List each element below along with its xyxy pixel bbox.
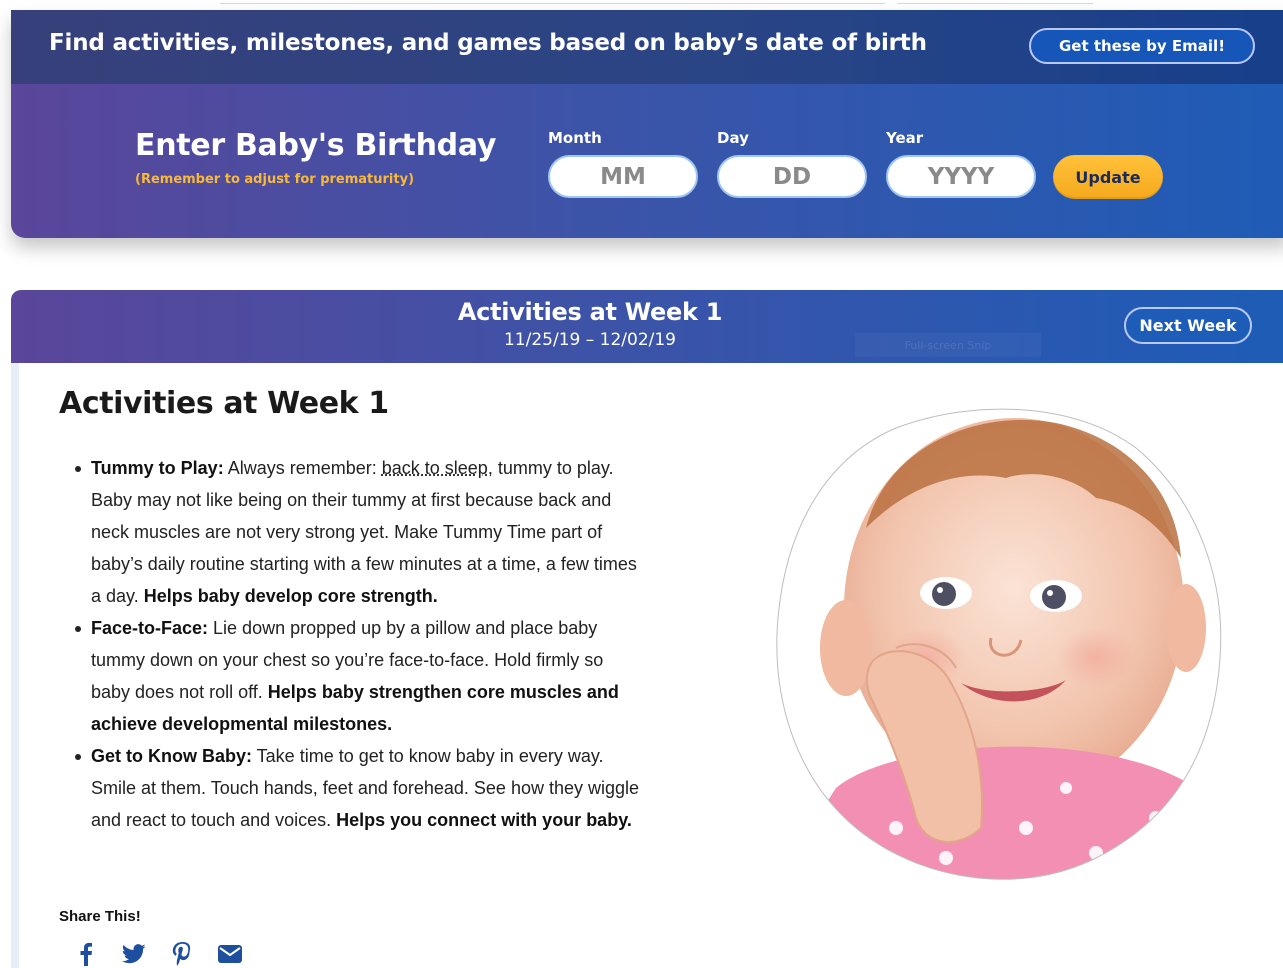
top-strip (0, 0, 1283, 10)
activity-name: Get to Know Baby: (91, 746, 252, 766)
list-item: Face-to-Face: Lie down propped up by a p… (73, 612, 643, 740)
pinterest-icon[interactable] (170, 942, 194, 966)
email-icon[interactable] (218, 942, 242, 966)
activity-benefit: Helps baby develop core strength. (143, 586, 438, 606)
birthday-panel: Find activities, milestones, and games b… (11, 10, 1283, 238)
baby-photo (776, 408, 1222, 882)
twitter-icon[interactable] (122, 942, 146, 966)
list-item: Get to Know Baby: Take time to get to kn… (73, 740, 643, 836)
year-label: Year (886, 129, 924, 147)
month-input[interactable]: MM (548, 155, 698, 198)
activity-name: Tummy to Play: (91, 458, 224, 478)
nav-remnant (897, 0, 1093, 4)
snip-overlay-hint: Full-screen Snip (855, 333, 1041, 357)
day-label: Day (717, 129, 749, 147)
facebook-icon[interactable] (74, 942, 98, 966)
week-title: Activities at Week 1 (457, 298, 723, 326)
birthday-form-title: Enter Baby's Birthday (135, 128, 497, 163)
share-label: Share This! (59, 908, 141, 925)
activity-text: , tummy to play. Baby may not like being… (91, 458, 637, 606)
get-by-email-button[interactable]: Get these by Email! (1029, 28, 1255, 64)
week-header: Activities at Week 1 11/25/19 – 12/02/19… (11, 290, 1283, 363)
next-week-button[interactable]: Next Week (1124, 307, 1252, 344)
prematurity-note: (Remember to adjust for prematurity) (135, 172, 415, 187)
year-input[interactable]: YYYY (886, 155, 1036, 198)
activity-list: Tummy to Play: Always remember: back to … (73, 452, 643, 836)
search-bar-remnant (220, 0, 885, 4)
content-title: Activities at Week 1 (59, 386, 389, 421)
day-input[interactable]: DD (717, 155, 867, 198)
back-to-sleep-link[interactable]: back to sleep (382, 458, 488, 478)
activity-benefit: Helps you connect with your baby. (336, 810, 632, 830)
month-label: Month (548, 129, 602, 147)
banner-headline: Find activities, milestones, and games b… (49, 30, 927, 56)
list-item: Tummy to Play: Always remember: back to … (73, 452, 643, 612)
birthday-panel-header: Find activities, milestones, and games b… (11, 10, 1283, 84)
share-icons (74, 942, 242, 966)
activity-text: Always remember: (223, 458, 382, 478)
update-button[interactable]: Update (1053, 155, 1163, 199)
content-left-rule (11, 363, 19, 968)
activity-name: Face-to-Face: (91, 618, 209, 638)
